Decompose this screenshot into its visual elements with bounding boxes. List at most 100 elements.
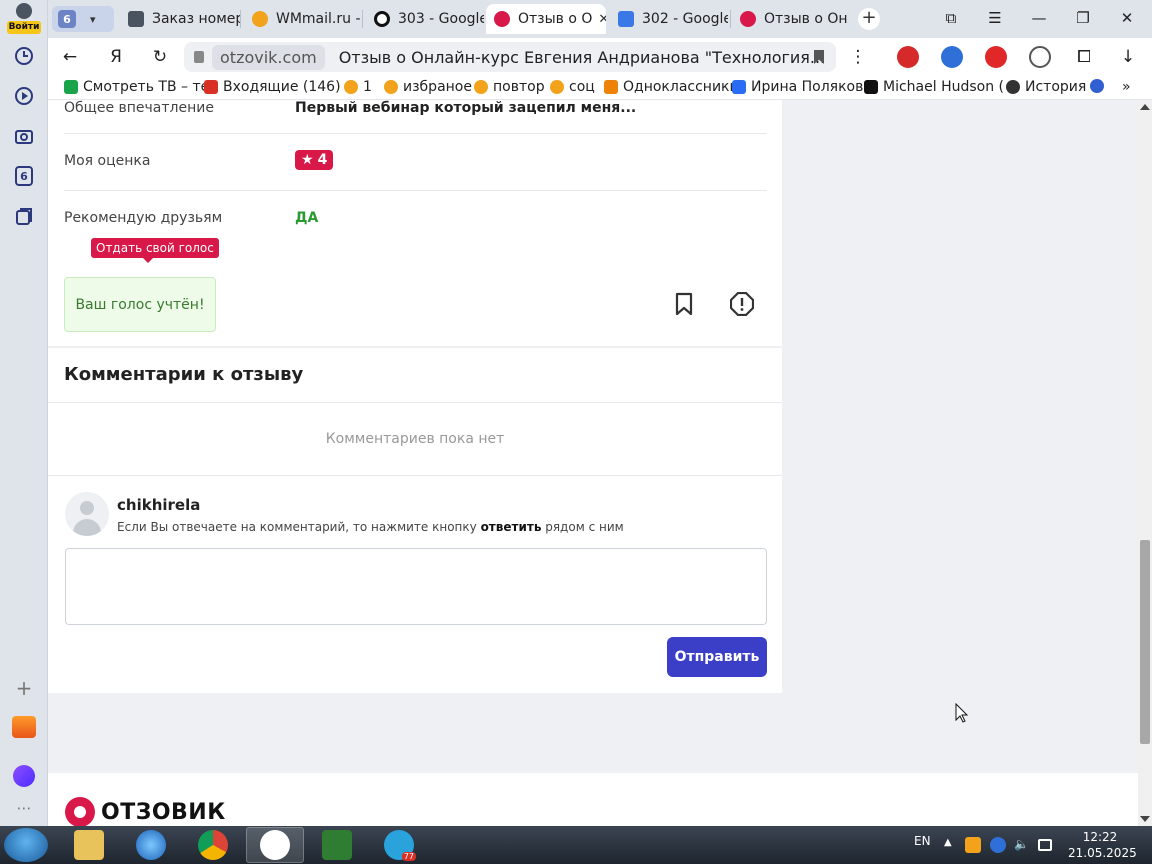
tab-count-icon[interactable]: 6: [12, 164, 36, 188]
close-window-icon[interactable]: ✕: [1112, 6, 1142, 30]
mail-icon[interactable]: [12, 715, 36, 739]
collections-icon[interactable]: [12, 204, 36, 228]
spreadsheet-taskbar-button[interactable]: [308, 827, 366, 863]
bookmark-social[interactable]: соц: [550, 79, 595, 95]
bookmark-label: 1: [363, 79, 372, 95]
play-icon[interactable]: [12, 84, 36, 108]
download-icon[interactable]: ↓: [1116, 45, 1140, 69]
yandex-browser-icon: [260, 830, 290, 860]
tab-otzovik-active[interactable]: Отзыв о О ✕: [486, 4, 606, 34]
bookmark-odnoklassniki[interactable]: Одноклассники: [604, 79, 739, 95]
clock-date: 21.05.2025: [1068, 846, 1137, 860]
yandex-browser-taskbar-button[interactable]: [246, 827, 304, 863]
page-content: Общее впечатление Первый вебинар который…: [48, 100, 1138, 826]
bookmark-tv[interactable]: Смотреть ТВ – те: [64, 79, 209, 95]
new-tab-button[interactable]: +: [858, 8, 880, 30]
spreadsheet-icon: [322, 830, 352, 860]
folder-icon: [74, 830, 104, 860]
start-button[interactable]: [4, 828, 48, 862]
tab-google-303[interactable]: 303 - Google: [366, 4, 484, 34]
telegram-taskbar-button[interactable]: 77: [370, 827, 428, 863]
bookmark-label: Michael Hudson (: [883, 79, 1005, 95]
restore-icon[interactable]: ❐: [1068, 6, 1098, 30]
explorer-taskbar-button[interactable]: [60, 827, 118, 863]
bookmark-favorites[interactable]: избраное: [384, 79, 472, 95]
ie-taskbar-button[interactable]: [122, 827, 180, 863]
alice-icon[interactable]: [12, 764, 36, 788]
minimize-icon[interactable]: —: [1024, 6, 1054, 30]
tray-network-app-icon[interactable]: [990, 837, 1006, 853]
wmmail-icon: [474, 80, 488, 94]
back-icon[interactable]: ←: [58, 45, 82, 69]
tab-otzovik-2[interactable]: Отзыв о Онл: [732, 4, 848, 34]
bookmark-x[interactable]: Michael Hudson (: [864, 79, 1004, 95]
tab-label: WMmail.ru -: [276, 11, 361, 27]
wmmail-icon: [550, 80, 564, 94]
language-indicator[interactable]: EN: [914, 834, 931, 848]
tray-expand-icon[interactable]: ▲: [944, 837, 960, 853]
rating-row: Моя оценка ★ 4: [64, 134, 767, 191]
no-comments-text: Комментариев пока нет: [48, 402, 782, 476]
camera-icon[interactable]: [12, 124, 36, 148]
tab-label: 302 - Google: [642, 11, 728, 27]
puzzle-extensions-icon[interactable]: ⧠: [1072, 45, 1096, 69]
tab-group-button[interactable]: 6 ▾: [52, 6, 114, 32]
bookmark-vk[interactable]: Ирина Полякова: [732, 79, 872, 95]
action-center-icon[interactable]: [1038, 839, 1052, 851]
more-icon[interactable]: ⋯: [12, 796, 36, 820]
adblock-extension-icon[interactable]: [897, 46, 919, 68]
wmmail-favicon-icon: [252, 11, 268, 27]
gmail-icon: [204, 80, 218, 94]
taskbar-clock[interactable]: 12:22 21.05.2025: [1068, 829, 1137, 861]
logo-text: ОТЗОВИК: [101, 799, 226, 825]
scroll-up-icon[interactable]: [1140, 104, 1150, 110]
bookmark-label: Одноклассники: [623, 79, 739, 95]
clock-time: 12:22: [1082, 830, 1118, 844]
chevron-down-icon: ▾: [90, 12, 96, 26]
vk-icon: [732, 80, 746, 94]
address-bar[interactable]: otzovik.com Отзыв о Онлайн-курс Евгения …: [184, 42, 836, 72]
bookmark-1[interactable]: 1: [344, 79, 372, 95]
tab-wmmail[interactable]: WMmail.ru -: [244, 4, 362, 34]
otzovik-logo[interactable]: ОТЗОВИК: [65, 797, 226, 826]
hint-text: Если Вы отвечаете на комментарий, то наж…: [117, 520, 481, 534]
profile-login-button[interactable]: Войти: [7, 3, 41, 34]
add-icon[interactable]: +: [12, 676, 36, 700]
bookmark-inbox[interactable]: Входящие (146) -: [204, 79, 350, 95]
wmmail-icon: [344, 80, 358, 94]
send-button[interactable]: Отправить: [667, 637, 767, 677]
tray-app-icon[interactable]: [965, 837, 981, 853]
globe-extension-icon[interactable]: [941, 46, 963, 68]
star-icon: ★: [301, 152, 314, 168]
tab-order[interactable]: Заказ номер: [120, 4, 240, 34]
more-vertical-icon[interactable]: ⋮: [846, 45, 870, 69]
shield-extension-icon[interactable]: [1029, 46, 1051, 68]
bookmark-history[interactable]: История: [1006, 79, 1086, 95]
bookmark-label: История: [1025, 79, 1087, 95]
page-scrollbar[interactable]: [1138, 100, 1152, 826]
reload-icon[interactable]: ↻: [148, 45, 172, 69]
windows-taskbar: 77 EN ▲ 🔈 12:22 21.05.2025: [0, 826, 1152, 864]
login-label: Войти: [7, 21, 41, 34]
scrollbar-thumb[interactable]: [1140, 540, 1150, 744]
volume-icon[interactable]: 🔈: [1014, 837, 1030, 853]
close-tab-icon[interactable]: ✕: [598, 12, 606, 27]
trash-extension-icon[interactable]: [985, 46, 1007, 68]
recommend-label: Рекомендую друзьям: [64, 210, 223, 226]
bookmark-extra[interactable]: [1090, 79, 1109, 93]
tab-google-302[interactable]: 302 - Google: [610, 4, 728, 34]
yandex-icon[interactable]: Я: [104, 45, 128, 69]
clock-icon[interactable]: [12, 44, 36, 68]
comment-textarea[interactable]: [65, 548, 767, 625]
bookmark-label: избраное: [403, 79, 472, 95]
bookmark-label: Смотреть ТВ – те: [83, 79, 210, 95]
tabs-panel-icon[interactable]: ⧉: [936, 6, 966, 30]
scroll-down-icon[interactable]: [1140, 816, 1150, 822]
tab-group-count: 6: [58, 10, 76, 28]
bookmark-icon[interactable]: [674, 292, 694, 316]
more-bookmarks-icon[interactable]: »: [1122, 79, 1131, 95]
chrome-taskbar-button[interactable]: [184, 827, 242, 863]
bookmark-repeat[interactable]: повтор: [474, 79, 545, 95]
report-icon[interactable]: [730, 292, 754, 316]
menu-icon[interactable]: ☰: [980, 6, 1010, 30]
